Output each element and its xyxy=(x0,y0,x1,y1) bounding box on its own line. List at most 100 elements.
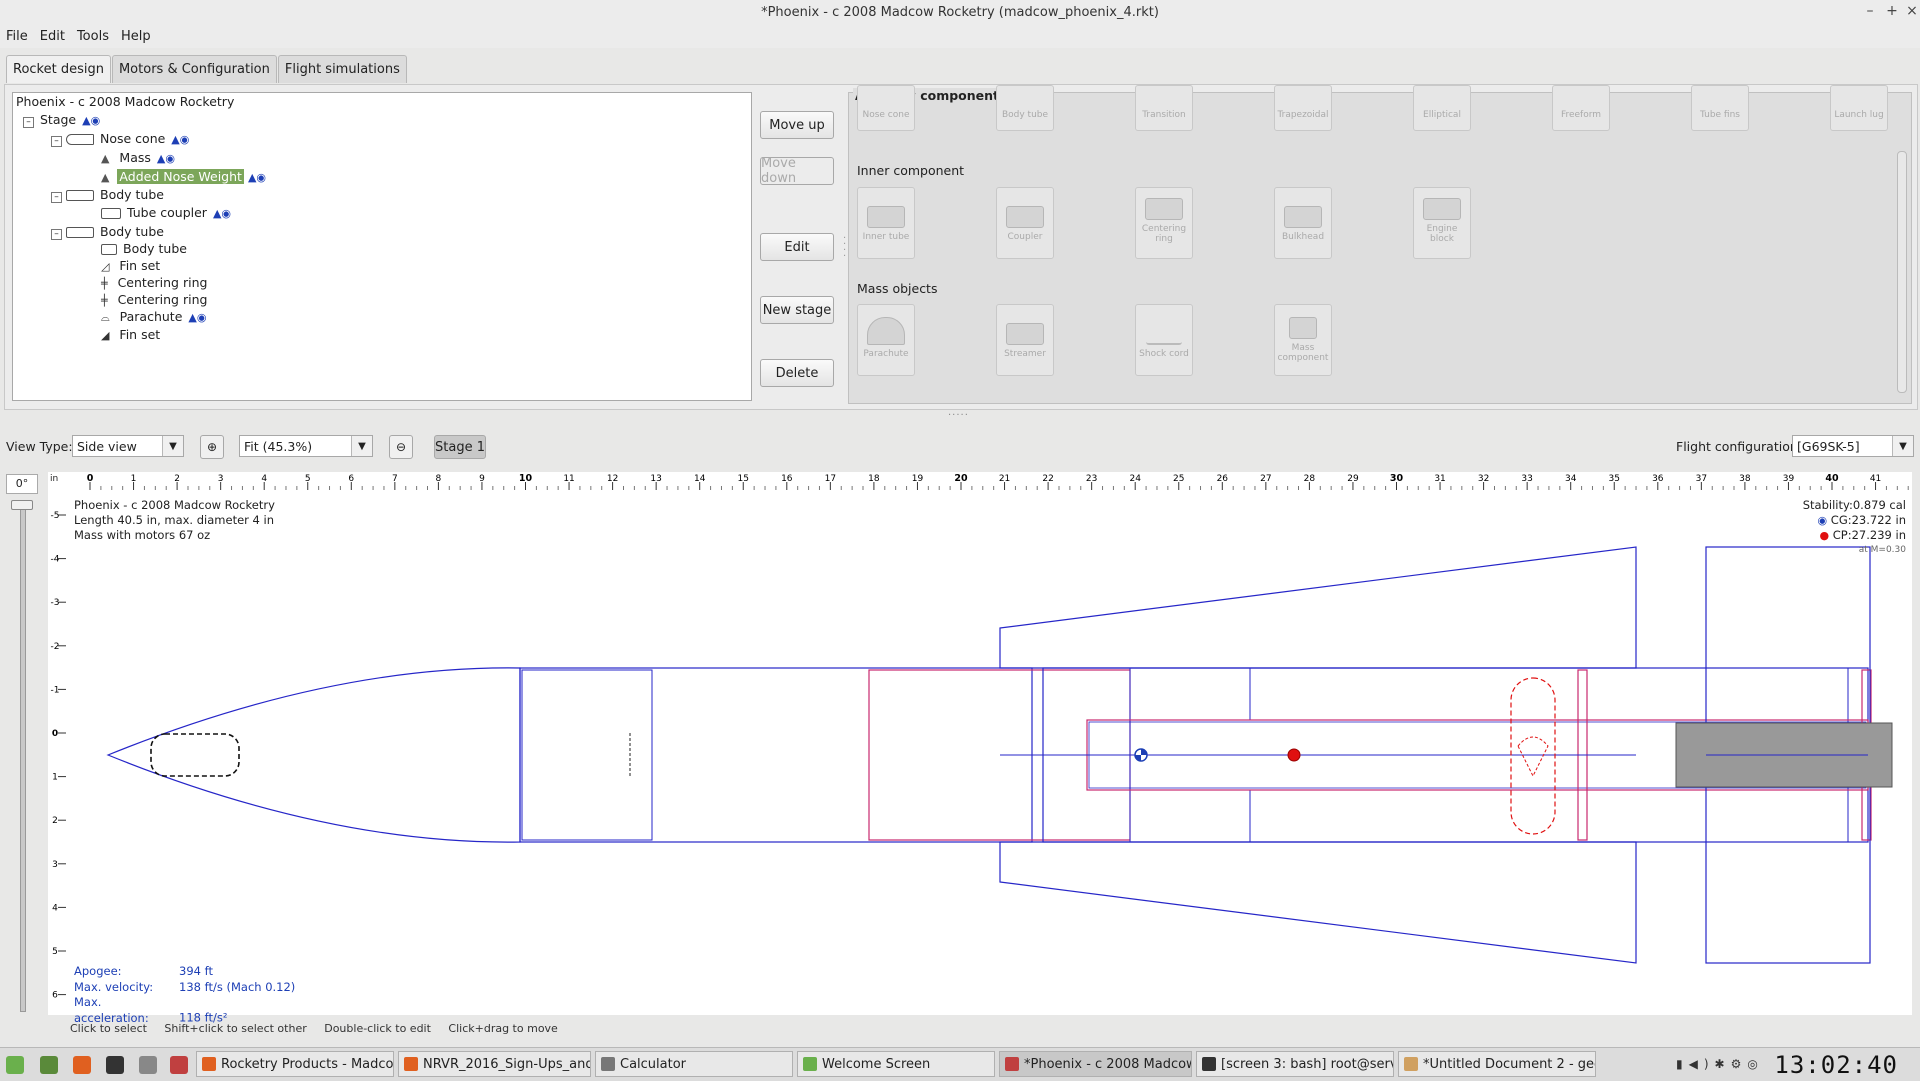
tree-child-body-tube[interactable]: Body tube xyxy=(101,241,189,256)
tree-fin-set-1[interactable]: ◿ Fin set xyxy=(101,258,162,273)
tree-body-tube-1[interactable]: – Body tube xyxy=(51,187,166,203)
tray-icons[interactable]: ▮◀)✱⚙◎ xyxy=(1676,1057,1764,1071)
taskbar-item-phoenix[interactable]: *Phoenix - c 2008 Madcow R... xyxy=(999,1051,1192,1077)
minimize-icon[interactable]: – xyxy=(1860,3,1880,19)
tree-root[interactable]: Phoenix - c 2008 Madcow Rocketry xyxy=(14,94,236,109)
component-inner-tube[interactable]: Inner tube xyxy=(857,187,915,259)
tree-nose-cone[interactable]: – Nose cone ▲◉ xyxy=(51,131,189,147)
move-down-button[interactable]: Move down xyxy=(760,156,834,186)
component-nose-cone[interactable]: Nose cone xyxy=(857,85,915,131)
zoom-select[interactable]: Fit (45.3%) ▼ xyxy=(239,435,373,457)
ruler-label: 28 xyxy=(1304,474,1316,484)
component-streamer[interactable]: Streamer xyxy=(996,304,1054,376)
vruler-label: 1 xyxy=(52,773,58,783)
taskbar-item-calculator[interactable]: Calculator xyxy=(595,1051,793,1077)
close-icon[interactable]: × xyxy=(1902,3,1920,19)
tree-centering-ring-1[interactable]: ╪ Centering ring xyxy=(101,275,209,290)
rocket-figure[interactable] xyxy=(66,490,1912,1015)
tree-tube-coupler[interactable]: Tube coupler ▲◉ xyxy=(101,205,231,220)
tree-fin-set-2[interactable]: ◢ Fin set xyxy=(101,327,162,342)
taskbar-item-gedit[interactable]: *Untitled Document 2 - gedit xyxy=(1398,1051,1596,1077)
desktop-icon[interactable] xyxy=(40,1056,58,1074)
collapse-icon[interactable]: – xyxy=(51,136,62,147)
nose-cone-outline[interactable] xyxy=(106,667,521,843)
menu-help[interactable]: Help xyxy=(115,26,157,47)
archive-icon[interactable] xyxy=(170,1056,188,1074)
splitter-handle[interactable]: · · · · xyxy=(843,234,846,262)
parachute-outline[interactable] xyxy=(1510,677,1556,835)
terminal-icon[interactable] xyxy=(106,1056,124,1074)
flight-config-select[interactable]: [G69SK-5] ▼ xyxy=(1792,435,1914,457)
tab-rocket-design[interactable]: Rocket design xyxy=(6,55,111,83)
menu-tools[interactable]: Tools xyxy=(71,26,115,47)
parachute-icon xyxy=(867,317,905,345)
inner-component-heading: Inner component xyxy=(857,163,965,178)
component-engine-block[interactable]: Engine block xyxy=(1413,187,1471,259)
component-panel-scrollbar[interactable] xyxy=(1897,151,1907,393)
component-body-tube[interactable]: Body tube xyxy=(996,85,1054,131)
component-tree[interactable]: Phoenix - c 2008 Madcow Rocketry – Stage … xyxy=(12,92,752,401)
taskbar-item-nrvr[interactable]: NRVR_2016_Sign-Ups_and_c... xyxy=(398,1051,591,1077)
component-coupler[interactable]: Coupler xyxy=(996,187,1054,259)
ruler-label: 0 xyxy=(87,473,94,484)
tab-flight-simulations[interactable]: Flight simulations xyxy=(277,55,407,83)
component-bulkhead[interactable]: Bulkhead xyxy=(1274,187,1332,259)
stage-1-toggle[interactable]: Stage 1 xyxy=(434,435,486,459)
ruler-label: 17 xyxy=(825,474,836,484)
rocket-drawing[interactable] xyxy=(66,490,1912,1015)
component-tube-fins[interactable]: Tube fins xyxy=(1691,85,1749,131)
nose-shoulder-outline[interactable] xyxy=(521,669,653,841)
maximize-icon[interactable]: + xyxy=(1882,3,1902,19)
component-launch-lug[interactable]: Launch lug xyxy=(1830,85,1888,131)
component-elliptical[interactable]: Elliptical xyxy=(1413,85,1471,131)
zoom-out-icon: ⊖ xyxy=(395,440,407,454)
vruler-label: -5 xyxy=(51,511,60,521)
tree-parachute[interactable]: ⌓ Parachute ▲◉ xyxy=(101,309,206,325)
mach-value: at M=0.30 xyxy=(1858,545,1906,555)
chevron-down-icon: ▼ xyxy=(1892,436,1913,456)
vruler-label: 2 xyxy=(52,816,58,826)
rotation-slider-handle[interactable] xyxy=(11,500,33,510)
component-centering-ring[interactable]: Centering ring xyxy=(1135,187,1193,259)
body-tube-1-outline[interactable] xyxy=(519,667,1033,843)
taskbar-item-welcome-screen[interactable]: Welcome Screen xyxy=(797,1051,995,1077)
tab-motors-configuration[interactable]: Motors & Configuration xyxy=(111,55,277,83)
nose-weight-outline[interactable] xyxy=(150,733,240,777)
tree-mass[interactable]: ▲ Mass ▲◉ xyxy=(101,150,175,165)
component-transition[interactable]: Transition xyxy=(1135,85,1193,131)
ruler-label: 36 xyxy=(1652,474,1664,484)
rotation-slider[interactable] xyxy=(20,500,26,1012)
app-menu-icon[interactable] xyxy=(6,1056,24,1074)
collapse-icon[interactable]: – xyxy=(51,192,62,203)
edit-button[interactable]: Edit xyxy=(760,233,834,261)
new-stage-button[interactable]: New stage xyxy=(760,296,834,324)
pane-splitter[interactable]: ····· xyxy=(948,410,969,421)
tree-stage[interactable]: – Stage ▲◉ xyxy=(23,112,100,128)
view-type-select[interactable]: Side view ▼ xyxy=(72,435,184,457)
rotation-angle[interactable]: 0° xyxy=(6,474,38,494)
menu-file[interactable]: File xyxy=(0,26,34,47)
component-mass-component[interactable]: Mass component xyxy=(1274,304,1332,376)
fin-set-icon: ◿ xyxy=(101,260,110,273)
tree-body-tube-2[interactable]: – Body tube xyxy=(51,224,166,240)
taskbar-item-screen-bash[interactable]: [screen 3: bash] root@serve... xyxy=(1196,1051,1394,1077)
collapse-icon[interactable]: – xyxy=(23,117,34,128)
component-parachute[interactable]: Parachute xyxy=(857,304,915,376)
delete-button[interactable]: Delete xyxy=(760,359,834,387)
collapse-icon[interactable]: – xyxy=(51,229,62,240)
mass-objects-heading: Mass objects xyxy=(857,281,938,296)
taskbar-item-rocketry-products[interactable]: Rocketry Products - Madcow ... xyxy=(196,1051,394,1077)
zoom-out-button[interactable]: ⊖ xyxy=(389,435,413,459)
component-shock-cord[interactable]: Shock cord xyxy=(1135,304,1193,376)
tree-centering-ring-2[interactable]: ╪ Centering ring xyxy=(101,292,209,307)
firefox-icon[interactable] xyxy=(73,1056,91,1074)
fin-lower-outline[interactable] xyxy=(999,841,1637,964)
tree-added-nose-weight[interactable]: ▲ Added Nose Weight ▲◉ xyxy=(101,169,266,184)
fin-upper-outline[interactable] xyxy=(999,546,1637,669)
lock-icon[interactable] xyxy=(139,1056,157,1074)
component-freeform[interactable]: Freeform xyxy=(1552,85,1610,131)
component-trapezoidal[interactable]: Trapezoidal xyxy=(1274,85,1332,131)
zoom-in-button[interactable]: ⊕ xyxy=(200,435,224,459)
menu-edit[interactable]: Edit xyxy=(34,26,71,47)
move-up-button[interactable]: Move up xyxy=(760,111,834,139)
